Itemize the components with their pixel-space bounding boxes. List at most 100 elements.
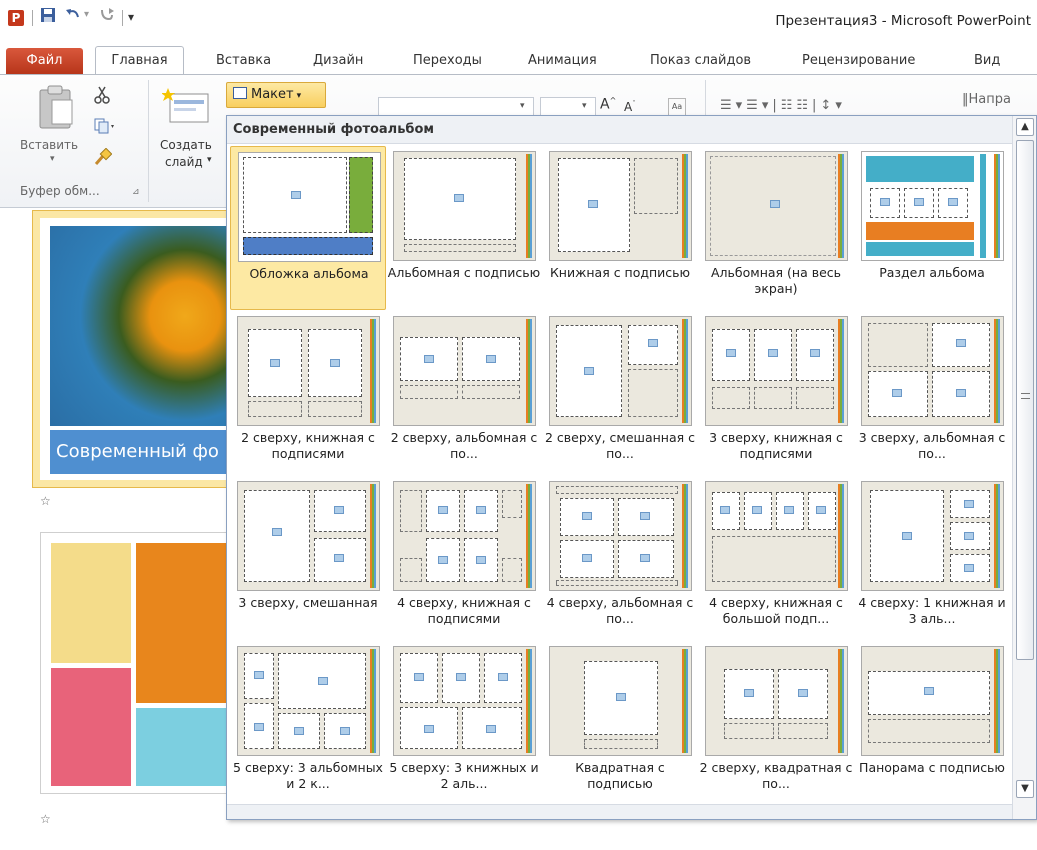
- layout-item-3-portrait-captions[interactable]: 3 сверху, книжная с подписями: [698, 311, 854, 475]
- tab-review[interactable]: Рецензирование: [802, 50, 915, 74]
- slide-2-photo-2: [136, 543, 229, 703]
- layout-item-panorama-caption[interactable]: Панорама с подписью: [854, 641, 1010, 805]
- layout-button[interactable]: Макет ▾: [226, 82, 326, 108]
- font-size-dropdown-icon[interactable]: ▾: [582, 101, 587, 111]
- tab-view[interactable]: Вид: [974, 50, 1000, 74]
- new-slide-button[interactable]: Создать: [160, 138, 212, 152]
- layout-thumbnail: [393, 481, 536, 591]
- tab-animations[interactable]: Анимация: [528, 50, 597, 74]
- undo-icon[interactable]: [64, 6, 82, 29]
- layout-item-4-landscape-captions[interactable]: 4 сверху, альбомная с по...: [542, 476, 698, 640]
- layout-item-label: 4 сверху, книжная с большой подп...: [709, 595, 843, 626]
- layout-item-2-landscape-captions[interactable]: 2 сверху, альбомная с по...: [386, 311, 542, 475]
- clear-formatting-icon[interactable]: Aa: [668, 98, 686, 116]
- clipboard-launcher-icon[interactable]: ⊿: [132, 187, 140, 197]
- slide-1-title-bar: Современный фо: [50, 430, 230, 474]
- layout-gallery[interactable]: Современный фотоальбом Обложка альбома А…: [226, 115, 1037, 820]
- layout-item-label: 2 сверху, смешанная с по...: [545, 430, 695, 461]
- tab-file[interactable]: Файл: [6, 48, 83, 74]
- layout-thumbnail: [393, 151, 536, 261]
- tab-insert[interactable]: Вставка: [216, 50, 271, 74]
- layout-item-2-square-captions[interactable]: 2 сверху, квадратная с по...: [698, 641, 854, 805]
- layout-thumbnail: [861, 151, 1004, 261]
- layout-item-label: 3 сверху, книжная с подписями: [709, 430, 843, 461]
- layout-thumbnail: [237, 481, 380, 591]
- layout-item-4-1-portrait-3-landscape[interactable]: 4 сверху: 1 книжная и 3 аль...: [854, 476, 1010, 640]
- paste-button[interactable]: Вставить: [20, 138, 78, 152]
- gallery-resize-grip[interactable]: [227, 804, 1012, 819]
- layout-item-label: 4 сверху, альбомная с по...: [546, 595, 694, 626]
- layout-item-4-portrait-large-caption[interactable]: 4 сверху, книжная с большой подп...: [698, 476, 854, 640]
- qat-separator: [122, 10, 123, 26]
- gallery-section-header: Современный фотоальбом: [227, 116, 1012, 144]
- layout-item-label: 2 сверху, квадратная с по...: [699, 760, 853, 791]
- paste-icon[interactable]: [36, 84, 76, 133]
- scroll-down-arrow-icon[interactable]: ▼: [1016, 780, 1034, 798]
- paste-dropdown-icon[interactable]: ▾: [50, 154, 55, 164]
- layout-thumbnail: [549, 646, 692, 756]
- layout-item-label: 5 сверху: 3 альбомных и 2 к...: [233, 760, 383, 791]
- gallery-scrollbar[interactable]: ▲ ▼: [1012, 116, 1036, 819]
- clipboard-group-label: Буфер обм...: [20, 184, 100, 198]
- layout-item-label: 4 сверху, книжная с подписями: [397, 595, 531, 626]
- layout-dropdown-icon: ▾: [296, 91, 302, 101]
- layout-thumbnail: [237, 646, 380, 756]
- customize-qat-icon[interactable]: ▾: [128, 7, 134, 27]
- layout-thumbnail: [705, 481, 848, 591]
- layout-item-label: 5 сверху: 3 книжных и 2 аль...: [389, 760, 539, 791]
- layout-item-portrait-caption[interactable]: Книжная с подписью: [542, 146, 698, 310]
- layout-item-label: Обложка альбома: [249, 266, 369, 281]
- title-bar: P ▾ ▾ Презентация3 - Microsoft PowerPoin…: [0, 0, 1037, 44]
- tab-design[interactable]: Дизайн: [313, 50, 363, 74]
- paragraph-list-icons[interactable]: ☰▾☰▾|☷☷|↕▾: [720, 98, 846, 113]
- layout-thumbnail: [861, 646, 1004, 756]
- copy-icon[interactable]: [94, 118, 116, 137]
- layout-item-album-cover[interactable]: Обложка альбома: [230, 146, 386, 310]
- layout-item-landscape-caption[interactable]: Альбомная с подписью: [386, 146, 542, 310]
- layout-item-label: Квадратная с подписью: [575, 760, 665, 791]
- layout-item-5-3-portrait-2-landscape[interactable]: 5 сверху: 3 книжных и 2 аль...: [386, 641, 542, 805]
- tab-slide-show[interactable]: Показ слайдов: [650, 50, 751, 74]
- redo-icon[interactable]: [98, 6, 116, 29]
- sunflower-image: [50, 226, 230, 426]
- powerpoint-logo-icon: P: [8, 10, 24, 26]
- layout-item-label: Книжная с подписью: [549, 265, 691, 280]
- layout-item-4-portrait-captions[interactable]: 4 сверху, книжная с подписями: [386, 476, 542, 640]
- new-slide-dropdown-icon[interactable]: ▾: [207, 155, 212, 165]
- layout-item-album-section[interactable]: Раздел альбома: [854, 146, 1010, 310]
- cut-icon[interactable]: [94, 86, 110, 107]
- scrollbar-thumb[interactable]: [1016, 140, 1034, 660]
- layout-label: Макет: [251, 87, 294, 102]
- scroll-up-arrow-icon[interactable]: ▲: [1016, 118, 1034, 136]
- layout-item-2-mixed-captions[interactable]: 2 сверху, смешанная с по...: [542, 311, 698, 475]
- save-icon[interactable]: [40, 7, 56, 28]
- slide-2-animation-icon[interactable]: ☆: [40, 812, 51, 826]
- layout-item-label: Панорама с подписью: [859, 760, 1005, 775]
- layout-icon: [233, 87, 247, 99]
- slide-thumbnail-2[interactable]: [40, 532, 230, 794]
- layout-item-5-3-landscape-2-portrait[interactable]: 5 сверху: 3 альбомных и 2 к...: [230, 641, 386, 805]
- layout-item-2-portrait-captions[interactable]: 2 сверху, книжная с подписями: [230, 311, 386, 475]
- tab-home[interactable]: Главная: [95, 46, 184, 75]
- layout-item-3-mixed[interactable]: 3 сверху, смешанная: [230, 476, 386, 640]
- tab-transitions[interactable]: Переходы: [413, 50, 482, 74]
- layout-item-label: 2 сверху, альбомная с по...: [390, 430, 538, 461]
- new-slide-icon[interactable]: [161, 86, 212, 129]
- layout-item-3-landscape-captions[interactable]: 3 сверху, альбомная с по...: [854, 311, 1010, 475]
- slide-1-title: Современный фо: [56, 441, 219, 462]
- format-painter-icon[interactable]: [94, 147, 113, 169]
- layout-item-square-caption[interactable]: Квадратная с подписью: [542, 641, 698, 805]
- shrink-font-icon[interactable]: Aˇ: [624, 100, 636, 114]
- layout-item-label: 2 сверху, книжная с подписями: [241, 430, 375, 461]
- text-direction-button[interactable]: ‖Напра: [962, 92, 1011, 107]
- font-name-dropdown-icon[interactable]: ▾: [520, 101, 525, 111]
- grow-font-icon[interactable]: A^: [600, 96, 616, 113]
- slide-1-animation-icon[interactable]: ☆: [40, 494, 51, 508]
- layout-thumbnail: [861, 481, 1004, 591]
- layout-thumbnail: [549, 151, 692, 261]
- layout-thumbnail: [237, 316, 380, 426]
- scrollbar-grip-icon: [1021, 393, 1030, 399]
- new-slide-dropdown[interactable]: слайд: [165, 155, 203, 169]
- undo-dropdown-icon[interactable]: ▾: [84, 5, 89, 25]
- layout-item-landscape-fullscreen[interactable]: Альбомная (на весь экран): [698, 146, 854, 310]
